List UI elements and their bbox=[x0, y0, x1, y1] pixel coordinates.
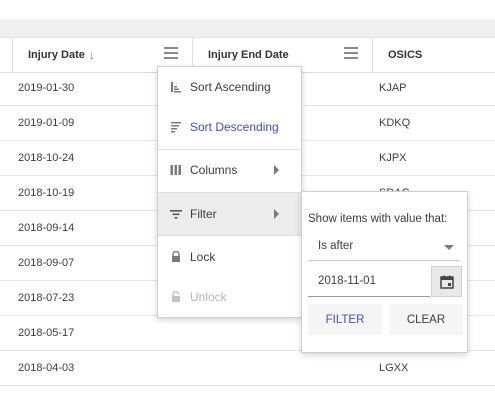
grid-group-band bbox=[0, 19, 495, 37]
injury-date-cell: 2018-07-23 bbox=[18, 292, 75, 304]
injury-date-cell: 2018-09-07 bbox=[18, 257, 75, 269]
osics-cell: KJPX bbox=[379, 152, 407, 164]
menu-item-label: Sort Descending bbox=[190, 120, 279, 134]
grid-toolbar bbox=[0, 0, 495, 19]
header-injury-date-label: Injury Date bbox=[28, 49, 85, 61]
menu-item-label: Sort Ascending bbox=[190, 80, 271, 94]
column-menu-icon[interactable] bbox=[344, 47, 358, 61]
sort-descending-icon bbox=[171, 122, 181, 133]
lock-icon bbox=[172, 251, 180, 262]
filter-icon bbox=[170, 210, 182, 219]
chevron-right-icon bbox=[274, 165, 279, 175]
osics-cell: KDKQ bbox=[379, 117, 411, 129]
header-osics[interactable]: OSICS bbox=[388, 38, 488, 72]
injury-date-cell: 2018-10-19 bbox=[18, 187, 75, 199]
column-divider bbox=[372, 38, 373, 72]
filter-button[interactable]: FILTER bbox=[308, 304, 382, 335]
menu-item-label: Columns bbox=[190, 163, 238, 177]
filter-panel: Show items with value that: Is after 201… bbox=[301, 191, 468, 353]
menu-item-sort-ascending[interactable]: Sort Ascending bbox=[158, 67, 301, 107]
menu-item-columns[interactable]: Columns bbox=[158, 150, 301, 190]
columns-icon bbox=[170, 165, 181, 175]
menu-item-unlock: Unlock bbox=[158, 277, 301, 317]
osics-cell: KJAP bbox=[379, 82, 407, 94]
column-divider bbox=[12, 38, 13, 72]
calendar-button[interactable] bbox=[431, 266, 462, 297]
header-injury-date[interactable]: Injury Date ↓ bbox=[28, 38, 178, 72]
filter-operator-value: Is after bbox=[318, 240, 354, 252]
dropdown-caret-icon bbox=[444, 245, 454, 250]
menu-item-label: Lock bbox=[190, 250, 216, 264]
menu-item-sort-descending[interactable]: Sort Descending bbox=[158, 107, 301, 147]
filter-operator-select[interactable]: Is after bbox=[308, 234, 460, 261]
injury-date-cell: 2019-01-09 bbox=[18, 117, 75, 129]
filter-date-input[interactable]: 2018-11-01 bbox=[308, 266, 430, 297]
menu-item-label: Unlock bbox=[190, 290, 227, 304]
menu-divider bbox=[158, 235, 301, 236]
osics-cell: LGXX bbox=[379, 362, 409, 374]
menu-item-lock[interactable]: Lock bbox=[158, 237, 301, 277]
filter-prompt: Show items with value that: bbox=[308, 213, 448, 225]
column-menu-icon[interactable] bbox=[164, 47, 178, 61]
calendar-icon bbox=[440, 275, 454, 289]
table-row[interactable]: 2018-04-03 LGXX bbox=[0, 351, 495, 386]
menu-item-label: Filter bbox=[190, 207, 217, 221]
injury-date-cell: 2018-09-14 bbox=[18, 222, 75, 234]
sort-descending-indicator-icon: ↓ bbox=[88, 48, 95, 62]
sort-ascending-icon bbox=[171, 82, 181, 93]
header-injury-end-date-label: Injury End Date bbox=[208, 49, 289, 61]
chevron-right-icon bbox=[274, 209, 279, 219]
filter-date-value: 2018-11-01 bbox=[318, 275, 376, 287]
clear-button[interactable]: CLEAR bbox=[389, 304, 463, 335]
injury-date-cell: 2018-04-03 bbox=[18, 362, 75, 374]
injury-date-cell: 2018-10-24 bbox=[18, 152, 75, 164]
header-osics-label: OSICS bbox=[388, 49, 423, 61]
menu-item-filter[interactable]: Filter bbox=[158, 193, 301, 235]
injury-date-cell: 2018-05-17 bbox=[18, 327, 75, 339]
column-menu: Sort Ascending Sort Descending Columns F… bbox=[157, 66, 302, 318]
unlock-icon bbox=[172, 291, 180, 302]
injury-date-cell: 2019-01-30 bbox=[18, 82, 75, 94]
